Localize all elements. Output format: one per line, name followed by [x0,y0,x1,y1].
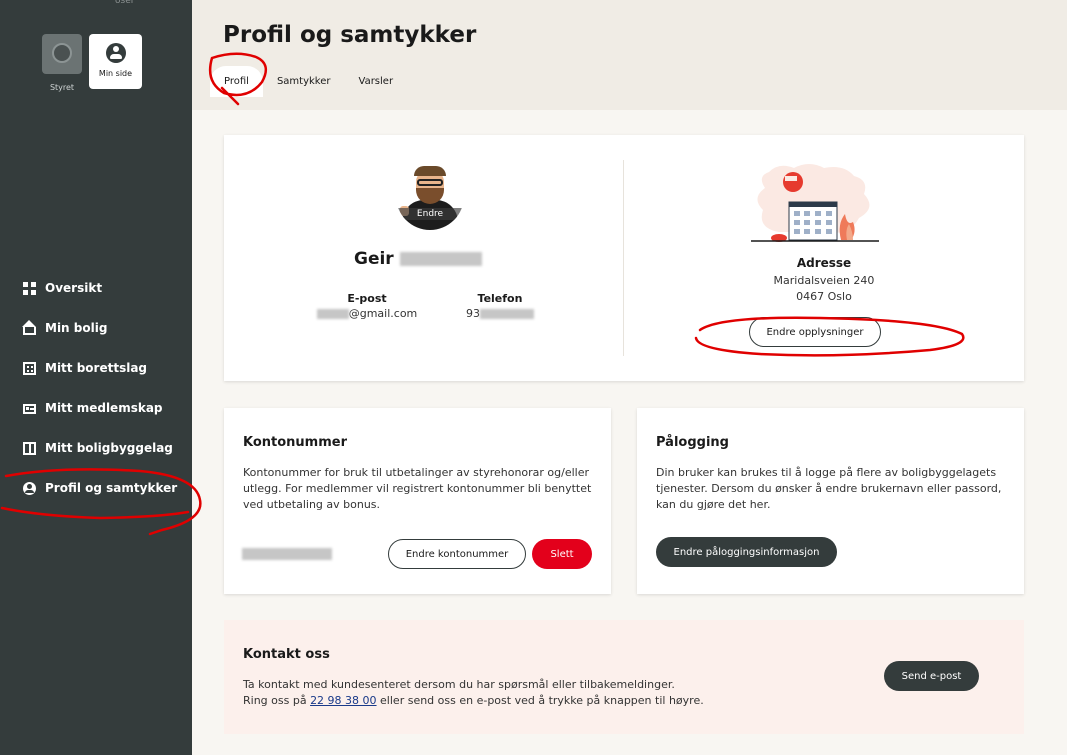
contact-title: Kontakt oss [243,647,330,662]
switch-styret-label: Styret [49,83,75,92]
address-title: Adresse [796,256,852,270]
redacted-email-user [316,309,349,319]
sidebar-item-oversikt[interactable]: Oversikt [0,268,192,308]
contact-line-1: Ta kontakt med kundesenteret dersom du h… [243,678,675,691]
sidebar-item-profil-og-samtykker[interactable]: Profil og samtykker [0,468,192,508]
page-header: Profil og samtykker Profil Samtykker Var… [192,0,1067,110]
login-card: Pålogging Din bruker kan brukes til å lo… [637,408,1024,594]
redacted-account-number [242,548,332,560]
phone-value-row: 93 [450,307,550,320]
send-email-button[interactable]: Send e-post [884,661,979,691]
email-info: E-post @gmail.com [312,292,422,320]
profile-first-name: Geir [354,249,394,269]
address-street: Maridalsveien 240 [773,274,875,287]
contact-phone-link[interactable]: 22 98 38 00 [310,694,376,707]
contact-description: Ta kontakt med kundesenteret dersom du h… [243,677,803,709]
sidebar: oser Styret Min side Oversikt Min bolig … [0,0,192,755]
sidebar-item-label: Mitt borettslag [45,361,148,375]
sidebar-item-mitt-medlemskap[interactable]: Mitt medlemskap [0,388,192,428]
sidebar-nav: Oversikt Min bolig Mitt borettslag Mitt … [0,268,192,508]
user-circle-icon [105,43,126,63]
email-value-row: @gmail.com [312,307,422,320]
phone-value: 93 [466,307,480,320]
apartment-building-illustration [751,164,879,242]
redacted-surname [399,252,482,266]
sidebar-item-label: Profil og samtykker [45,481,178,495]
email-value: @gmail.com [348,307,418,320]
account-number-title: Kontonummer [243,435,348,450]
main-content: Endre Geir E-post @gmail.com Telefon 93 [192,110,1067,755]
redacted-phone [480,309,534,319]
account-number-description: Kontonummer for bruk til utbetalinger av… [243,466,592,511]
globe-icon [52,43,72,63]
edit-account-number-button[interactable]: Endre kontonummer [388,539,526,569]
contact-line-2-pre: Ring oss på [243,694,311,707]
sidebar-item-mitt-borettslag[interactable]: Mitt borettslag [0,348,192,388]
switch-min-side-label: Min side [98,69,133,78]
card-icon [23,404,36,414]
page-title: Profil og samtykker [223,22,477,48]
grid-icon [23,281,36,295]
delete-account-number-button[interactable]: Slett [532,539,592,569]
avatar-edit-label: Endre [396,208,464,220]
avatar: Endre [396,162,464,230]
profile-card: Endre Geir E-post @gmail.com Telefon 93 [224,135,1024,381]
avatar-button[interactable]: Endre [396,162,464,240]
contact-line-2-post: eller send oss en e-post ved å trykke på… [376,694,704,707]
sidebar-item-label: Mitt boligbyggelag [45,441,173,455]
login-description: Din bruker kan brukes til å logge på fle… [656,466,1002,511]
building-icon [23,361,36,375]
account-number-card: Kontonummer Kontonummer for bruk til utb… [224,408,611,594]
switch-min-side-button[interactable]: Min side [89,34,142,89]
sidebar-item-label: Oversikt [45,281,103,295]
user-icon [23,481,36,495]
phone-info: Telefon 93 [450,292,550,320]
contact-card: Kontakt oss Ta kontakt med kundesenteret… [224,620,1024,734]
tab-samtykker[interactable]: Samtykker [263,66,345,97]
profile-name: Geir [354,249,482,269]
tab-varsler[interactable]: Varsler [345,66,408,97]
email-label: E-post [347,292,387,305]
switch-styret-button[interactable]: Styret [42,34,82,92]
sidebar-item-min-bolig[interactable]: Min bolig [0,308,192,348]
tab-profil[interactable]: Profil [210,66,263,97]
address-postal: 0467 Oslo [796,290,852,303]
sidebar-topline: oser [115,0,135,6]
tab-bar: Profil Samtykker Varsler [210,66,407,97]
blocks-icon [23,441,36,455]
edit-details-button[interactable]: Endre opplysninger [749,317,881,347]
sidebar-item-mitt-boligbyggelag[interactable]: Mitt boligbyggelag [0,428,192,468]
login-title: Pålogging [656,435,729,450]
sidebar-item-label: Mitt medlemskap [45,401,163,415]
phone-label: Telefon [477,292,523,305]
edit-login-info-button[interactable]: Endre påloggingsinformasjon [656,537,837,567]
sidebar-item-label: Min bolig [45,321,108,335]
house-icon [22,319,36,335]
